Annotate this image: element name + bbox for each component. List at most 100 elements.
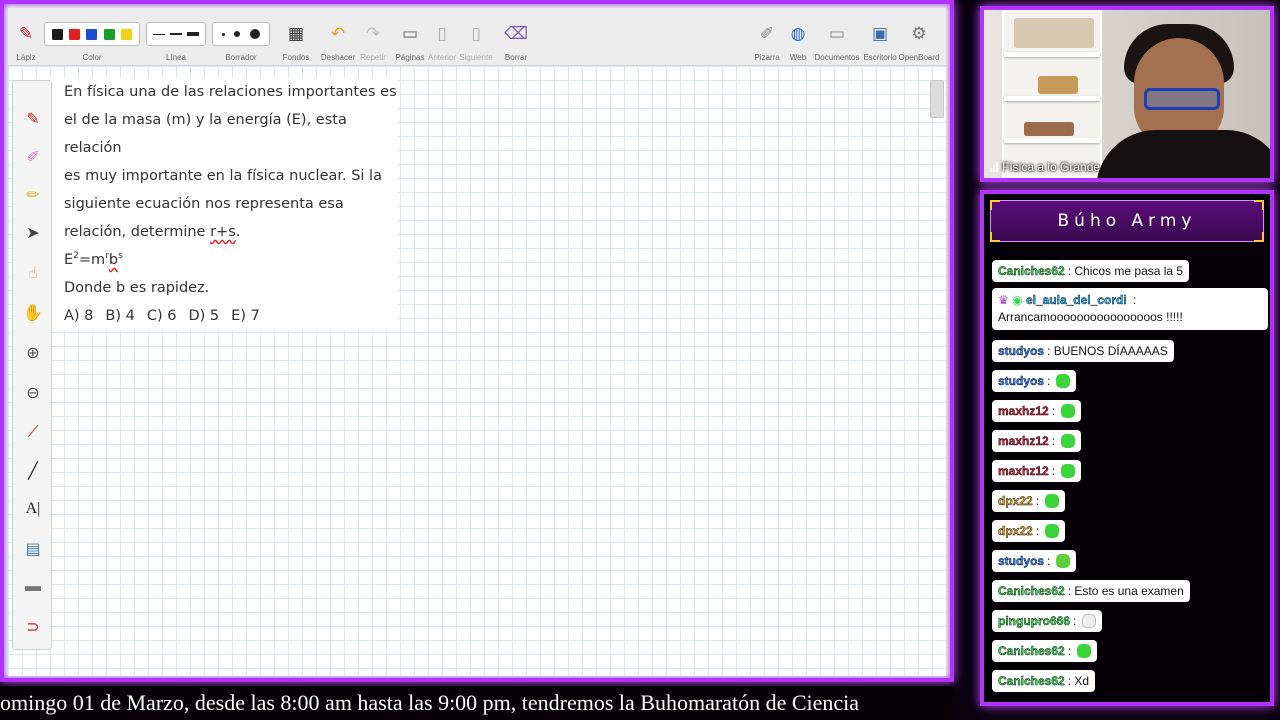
chat-text: Arrancamoooooooooooooooos !!!!! <box>998 310 1183 324</box>
header-corner <box>1254 200 1264 210</box>
chat-message: maxhz12: <box>992 430 1082 452</box>
chat-username[interactable]: Caniches62 <box>998 584 1065 598</box>
problem-note: Donde b es rapidez. <box>64 280 210 296</box>
chat-message: studyos: BUENOS DÍAAAAAS <box>992 340 1174 362</box>
emote-icon <box>1077 644 1092 658</box>
chat-username[interactable]: maxhz12 <box>998 434 1049 448</box>
chat-username[interactable]: Caniches62 <box>998 644 1065 658</box>
next-page-icon: ▯ <box>471 24 481 43</box>
pen-tool-button[interactable]: ✎ Lápiz <box>12 14 40 64</box>
eraser-size-medium[interactable] <box>234 31 241 37</box>
eraser-label: Borrador <box>225 53 257 62</box>
verified-badge-icon: ◉ <box>1012 293 1023 307</box>
redo-button[interactable]: ↷ Repetir <box>358 14 388 64</box>
chat-message: Caniches62: Esto es una examen <box>992 580 1190 602</box>
next-page-button[interactable]: ▯ Siguiente <box>458 14 494 64</box>
shelf-figurines <box>1038 76 1078 94</box>
line-tool-icon[interactable]: ╱ <box>21 459 45 483</box>
highlighter-icon[interactable]: ✏ <box>21 183 45 207</box>
option-b: B) 4 <box>105 308 135 324</box>
clear-button[interactable]: ⌫ Borrar <box>500 14 532 64</box>
color-picker[interactable]: Color <box>44 14 140 64</box>
keyboard-icon[interactable]: ▬ <box>21 575 45 599</box>
emote-icon <box>1061 434 1076 448</box>
desktop-label: Escritorio <box>863 53 897 62</box>
news-ticker: omingo 01 de Marzo, desde las 8:00 am ha… <box>0 686 954 720</box>
header-corner <box>1254 232 1264 242</box>
chat-username[interactable]: studyos <box>998 374 1044 388</box>
chat-message: pingupro666: <box>992 610 1103 632</box>
chat-username[interactable]: dpx22 <box>998 524 1033 538</box>
clear-page-icon: ⌫ <box>503 24 529 43</box>
line-label: Línea <box>165 53 187 62</box>
chat-header: Búho Army <box>990 200 1264 242</box>
chat-message: studyos: <box>992 550 1077 572</box>
previous-page-button[interactable]: ▯ Anterior <box>426 14 458 64</box>
pen-icon[interactable]: ✎ <box>21 107 45 131</box>
backgrounds-button[interactable]: ▦ Fondos <box>280 14 312 64</box>
openboard-menu-button[interactable]: ⚙ OpenBoard <box>898 14 940 64</box>
color-swatch-yellow[interactable] <box>120 28 132 40</box>
next-label: Siguiente <box>459 53 493 62</box>
chat-username[interactable]: studyos <box>998 554 1044 568</box>
chat-username[interactable]: maxhz12 <box>998 404 1049 418</box>
interact-hand-icon[interactable]: ☝ <box>21 261 45 285</box>
color-swatch-green[interactable] <box>103 28 115 40</box>
chat-message: maxhz12: <box>992 460 1082 482</box>
eraser-size-large[interactable] <box>250 29 261 39</box>
text-tool-icon[interactable]: A| <box>21 497 45 521</box>
chat-message: ♛ ◉ el_aula_del_cordi : Arrancamoooooooo… <box>992 288 1268 330</box>
undo-button[interactable]: ↶ Deshacer <box>318 14 358 64</box>
option-a: A) 8 <box>64 308 94 324</box>
capture-icon[interactable]: ▤ <box>21 537 45 561</box>
channel-name: Física a lo Grande <box>1002 160 1101 174</box>
page-panel-toggle[interactable] <box>930 80 944 118</box>
board-mode-button[interactable]: ✐ Pizarra <box>752 14 782 64</box>
chat-username[interactable]: el_aula_del_cordi <box>1026 293 1127 307</box>
eraser-icon[interactable]: ✐ <box>21 145 45 169</box>
backgrounds-label: Fondos <box>282 53 310 62</box>
shelf-board <box>1004 52 1100 57</box>
chat-message: Caniches62: Chicos me pasa la 5 <box>992 260 1190 282</box>
documents-button[interactable]: ▭ Documentos <box>814 14 860 64</box>
eraser-size-picker[interactable]: Borrador <box>212 14 270 64</box>
chat-username[interactable]: maxhz12 <box>998 464 1049 478</box>
chat-username[interactable]: pingupro666 <box>998 614 1070 628</box>
pointer-arrow-icon[interactable]: ➤ <box>21 221 45 245</box>
web-mode-button[interactable]: ◍ Web <box>784 14 812 64</box>
chat-text: Chicos me pasa la 5 <box>1074 264 1184 278</box>
answer-options: A) 8 B) 4 C) 6 D) 5 E) 7 <box>64 302 398 330</box>
color-swatch-blue[interactable] <box>86 28 98 40</box>
line-width-medium[interactable] <box>169 33 182 35</box>
line-width-picker[interactable]: Línea <box>146 14 206 64</box>
header-corner <box>990 232 1000 242</box>
add-page-icon: ▭ <box>401 24 419 43</box>
zoom-out-icon[interactable]: ⊖ <box>21 381 45 405</box>
problem-equation: E2=mrbs <box>64 246 398 274</box>
chat-username[interactable]: Caniches62 <box>998 674 1065 688</box>
pages-button[interactable]: ▭ Páginas <box>394 14 426 64</box>
web-label: Web <box>789 53 807 62</box>
equation-exponent: s <box>118 251 123 262</box>
laser-pointer-icon[interactable]: ⟋ <box>21 421 45 445</box>
line-width-thick[interactable] <box>186 32 199 36</box>
chat-message: maxhz12: <box>992 400 1082 422</box>
desktop-button[interactable]: ▣ Escritorio <box>862 14 898 64</box>
chat-username[interactable]: studyos <box>998 344 1044 358</box>
color-swatch-black[interactable] <box>52 28 64 40</box>
line-width-thin[interactable] <box>153 33 166 35</box>
color-swatch-red[interactable] <box>69 28 81 40</box>
chat-username[interactable]: dpx22 <box>998 494 1033 508</box>
bookshelf <box>1002 10 1102 178</box>
zoom-in-icon[interactable]: ⊕ <box>21 341 45 365</box>
eraser-size-small[interactable] <box>221 32 225 36</box>
shelf-board <box>1004 138 1100 143</box>
emote-icon <box>1045 494 1060 508</box>
drag-hand-icon[interactable]: ✋ <box>21 301 45 325</box>
pen-tool-label: Lápiz <box>16 53 36 62</box>
magnet-tool-icon[interactable]: ⊃ <box>21 615 45 639</box>
chat-username[interactable]: Caniches62 <box>998 264 1065 278</box>
previous-page-icon: ▯ <box>437 24 447 43</box>
emote-icon <box>1056 374 1071 388</box>
option-e: E) 7 <box>231 308 260 324</box>
